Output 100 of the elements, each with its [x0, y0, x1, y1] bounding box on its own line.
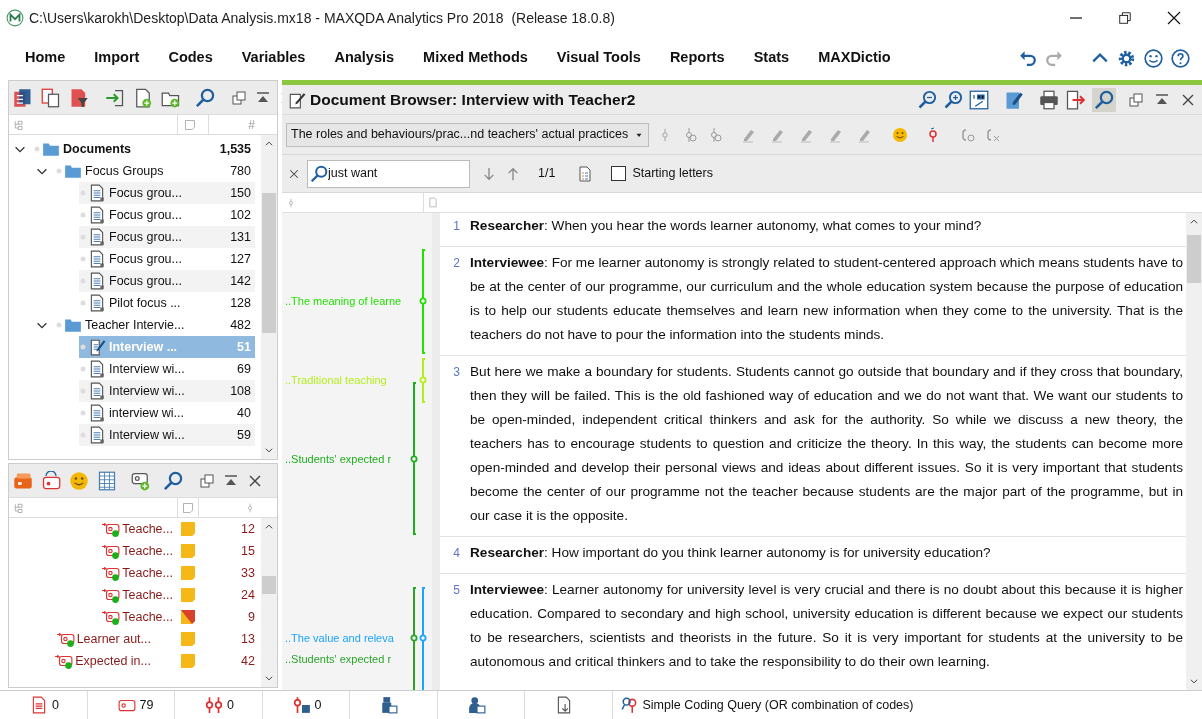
paragraph-number: 1: [452, 218, 461, 235]
tree-item[interactable]: Focus grou... 150: [79, 182, 255, 204]
smiley-icon[interactable]: [1144, 48, 1163, 68]
menu-item[interactable]: Mixed Methods: [423, 47, 528, 69]
scroll-up-icon[interactable]: [1189, 217, 1199, 227]
scroll-thumb[interactable]: [262, 193, 276, 333]
item-count: 482: [230, 316, 251, 334]
item-count: 142: [230, 272, 251, 290]
segments-documents-icon[interactable]: [292, 696, 311, 714]
menu-item[interactable]: Import: [94, 47, 140, 69]
tree-item[interactable]: Focus Groups 780: [55, 160, 255, 182]
menu-item[interactable]: Variables: [241, 47, 306, 69]
search-icon[interactable]: [195, 87, 215, 108]
help-icon[interactable]: [1171, 48, 1190, 68]
results-list-icon[interactable]: [577, 165, 594, 182]
menu-item[interactable]: Reports: [669, 47, 725, 69]
new-document-icon[interactable]: [133, 87, 153, 108]
item-label: Focus grou...: [109, 206, 182, 224]
menu-item[interactable]: Stats: [753, 47, 790, 69]
search-input[interactable]: just want: [328, 164, 467, 183]
scrollbar[interactable]: [261, 518, 277, 687]
arrow-up-icon[interactable]: [506, 165, 520, 182]
paragraph-number: 5: [452, 582, 461, 599]
code-icon: [55, 630, 76, 648]
scroll-down-icon[interactable]: [264, 445, 274, 455]
tree-item[interactable]: Documents 1,535: [33, 138, 255, 160]
scroll-down-icon[interactable]: [264, 673, 274, 683]
paragraph-number: 2: [452, 255, 461, 272]
document-download-icon[interactable]: [555, 696, 573, 714]
menu-item[interactable]: Analysis: [334, 47, 395, 69]
tree-item[interactable]: Focus grou... 142: [79, 270, 255, 292]
starting-letters-checkbox[interactable]: Starting letters: [611, 164, 713, 183]
printer-icon[interactable]: [1039, 89, 1059, 110]
code-filter-dropdown[interactable]: The roles and behaviours/prac...nd teachers' actual practices: [286, 122, 650, 147]
document-icon: [88, 294, 106, 312]
documents-icon[interactable]: [30, 696, 48, 714]
documents-copy-icon[interactable]: [41, 87, 61, 108]
item-count: 51: [237, 338, 251, 356]
status-dot-icon: [79, 211, 87, 219]
emoticode-icon[interactable]: [892, 126, 909, 143]
scrollbar[interactable]: [1186, 213, 1202, 690]
arrow-down-icon[interactable]: [482, 165, 496, 182]
code-item[interactable]: Teache...: [9, 518, 177, 540]
code-item[interactable]: Learner aut...: [9, 628, 177, 650]
code-item[interactable]: Teache...: [9, 606, 177, 628]
coding-stripe[interactable]: [410, 587, 418, 690]
document-icon: [88, 206, 106, 224]
code-undo-icon[interactable]: [41, 470, 61, 491]
code-item[interactable]: Expected in...: [9, 650, 177, 672]
code-item[interactable]: Teache...: [9, 540, 177, 562]
menu-item[interactable]: Codes: [168, 47, 213, 69]
coded-segments-icon[interactable]: [205, 696, 223, 714]
close-icon[interactable]: [1166, 10, 1182, 26]
paragraph-text: Researcher: How important do you think learner autonomy is for university education?: [470, 544, 992, 562]
code-item[interactable]: Teache...: [9, 584, 177, 606]
code-label: Expected in...: [75, 652, 151, 670]
search-icon[interactable]: [163, 470, 183, 491]
filter-icon[interactable]: [69, 87, 89, 108]
coding-stripe[interactable]: [410, 382, 418, 535]
scroll-down-icon[interactable]: [1189, 676, 1199, 686]
document-group-icon[interactable]: [380, 696, 398, 714]
tree-item[interactable]: Focus grou... 131: [79, 226, 255, 248]
import-icon[interactable]: [105, 87, 125, 108]
tree-item[interactable]: Interview wi... 108: [79, 380, 255, 402]
tree-item[interactable]: Interview wi... 59: [79, 424, 255, 446]
scroll-thumb[interactable]: [262, 576, 276, 594]
zoom-reset-icon[interactable]: [969, 89, 989, 110]
scroll-up-icon[interactable]: [264, 139, 274, 149]
restore-icon[interactable]: [1118, 11, 1132, 25]
scroll-up-icon[interactable]: [264, 522, 274, 532]
code-icon: [101, 520, 122, 538]
settings-icon[interactable]: [1117, 48, 1136, 68]
undo-icon[interactable]: [1019, 49, 1037, 67]
search-field[interactable]: just want: [307, 159, 470, 188]
undock-icon[interactable]: [199, 472, 215, 489]
tree-item[interactable]: Teacher Intervie... 482: [55, 314, 255, 336]
scroll-thumb[interactable]: [1187, 235, 1201, 283]
smiley-icon[interactable]: [69, 470, 89, 491]
document-edit-icon: [88, 338, 106, 356]
code-icon: [54, 652, 75, 670]
document-set-icon[interactable]: [467, 696, 486, 714]
code-item[interactable]: Teache...: [9, 562, 177, 584]
menu-item[interactable]: Home: [25, 47, 66, 69]
documents-icon[interactable]: [13, 87, 33, 108]
undock-icon[interactable]: [231, 89, 247, 106]
zoom-out-icon[interactable]: [917, 89, 937, 110]
query-icon[interactable]: [620, 696, 639, 714]
new-code-icon[interactable]: [131, 470, 151, 491]
menu-item[interactable]: MAXDictio: [818, 47, 891, 69]
status-dot-icon: [79, 277, 87, 285]
undock-icon[interactable]: [1128, 91, 1144, 108]
export-icon[interactable]: [1065, 89, 1085, 110]
search-toggle-button[interactable]: [1092, 87, 1116, 112]
memo-icon[interactable]: [180, 608, 196, 626]
close-icon[interactable]: [288, 167, 300, 180]
table-icon[interactable]: [97, 470, 117, 491]
scrollbar[interactable]: [261, 135, 277, 459]
zoom-in-icon[interactable]: [943, 89, 963, 110]
menu-item[interactable]: Visual Tools: [556, 47, 641, 69]
status-dot-icon: [79, 409, 87, 417]
